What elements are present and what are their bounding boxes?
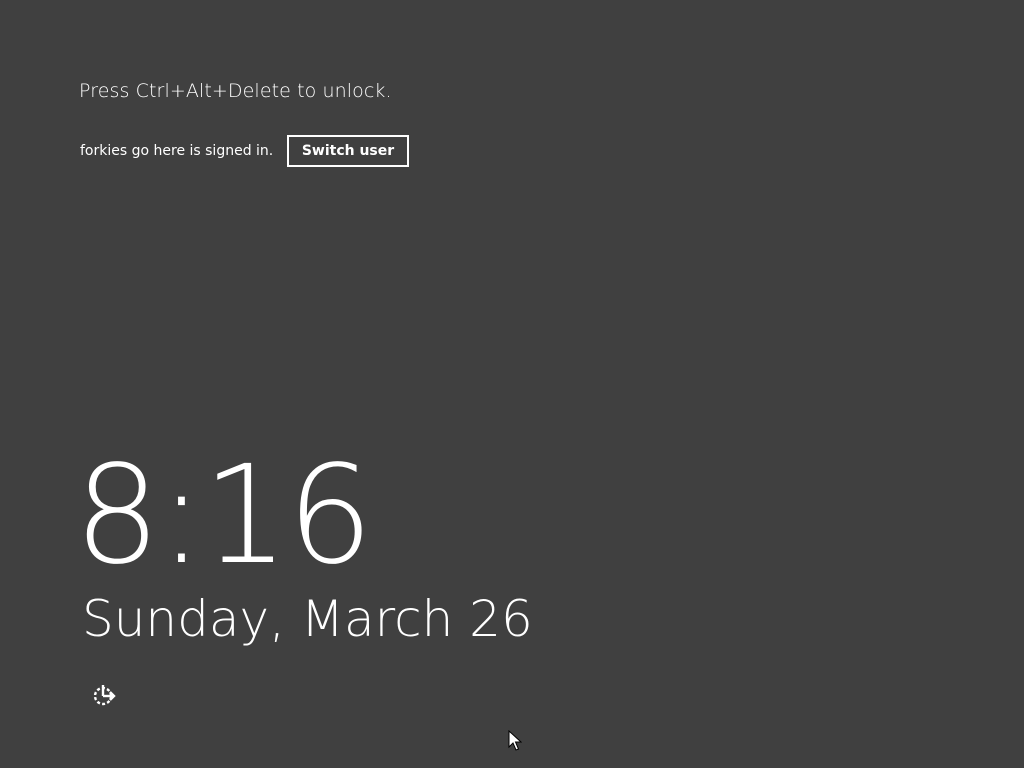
lock-screen: Press Ctrl+Alt+Delete to unlock. forkies…: [0, 0, 1024, 768]
mouse-pointer-icon: [508, 730, 522, 751]
signed-in-status: forkies go here is signed in.: [80, 143, 274, 159]
switch-user-button[interactable]: Switch user: [287, 135, 409, 167]
clock-date: Sunday, March 26: [82, 590, 533, 648]
ease-of-access-glyph: [93, 685, 116, 706]
clock-time: 8:16: [74, 437, 373, 595]
switch-user-label: Switch user: [301, 143, 395, 159]
unlock-prompt: Press Ctrl+Alt+Delete to unlock.: [79, 80, 392, 102]
ease-of-access-icon[interactable]: [90, 681, 118, 709]
